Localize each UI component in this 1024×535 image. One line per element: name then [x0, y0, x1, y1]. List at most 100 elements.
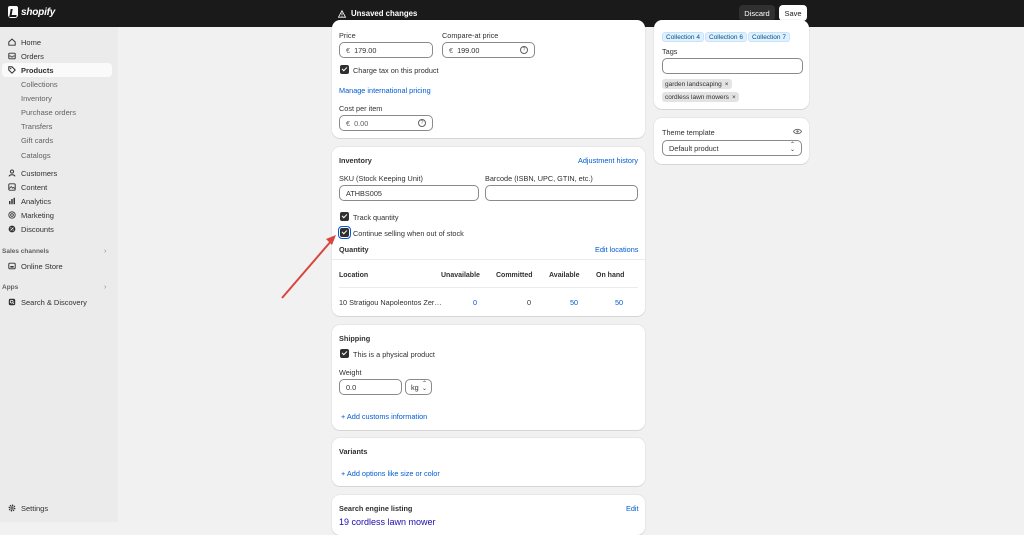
tag-label: garden landscaping: [665, 80, 722, 88]
sidebar-item-label: Online Store: [21, 261, 63, 271]
sidebar-item-customers[interactable]: Customers: [0, 166, 112, 180]
sidebar-item-label: Customers: [21, 168, 58, 178]
weight-input[interactable]: 0.0: [339, 379, 402, 395]
sidebar-item-label: Home: [21, 37, 42, 47]
app-icon: [8, 298, 16, 306]
sidebar-item-discounts[interactable]: Discounts: [0, 222, 112, 236]
inventory-title: Inventory: [339, 156, 372, 165]
discard-button[interactable]: Discard: [739, 5, 775, 21]
theme-template-label: Theme template: [662, 128, 715, 137]
on-hand-cell[interactable]: 50: [615, 298, 623, 307]
column-header-unavailable: Unavailable: [441, 272, 480, 279]
sidebar-item-analytics[interactable]: Analytics: [0, 194, 112, 208]
tag-pill: garden landscaping ×: [662, 79, 732, 89]
committed-cell: 0: [527, 298, 532, 307]
seo-preview-title: 19 cordless lawn mower: [339, 517, 436, 527]
chevron-right-icon[interactable]: ›: [104, 248, 106, 255]
theme-template-select[interactable]: Default product ⌃ ⌄: [662, 140, 802, 156]
sku-input[interactable]: ATHBS005: [339, 185, 479, 201]
shopify-bag-icon: [8, 6, 18, 18]
sidebar-item-online-store[interactable]: Online Store: [0, 259, 112, 273]
sidebar: Home Orders Products Collections Invento…: [0, 27, 118, 522]
sidebar-item-label: Transfers: [21, 121, 53, 131]
unsaved-changes-label: Unsaved changes: [351, 9, 418, 18]
unsaved-changes-indicator: Unsaved changes: [338, 9, 417, 18]
column-header-on-hand: On hand: [596, 272, 625, 279]
add-options-label: Add options like size or color: [346, 469, 440, 478]
sidebar-item-gift-cards[interactable]: Gift cards: [0, 133, 112, 147]
divider: [339, 287, 638, 288]
cost-per-item-input[interactable]: € 0.00 ?: [339, 115, 433, 131]
sku-label: SKU (Stock Keeping Unit): [339, 174, 423, 183]
chart-icon: [9, 197, 15, 205]
unavailable-cell[interactable]: 0: [473, 298, 477, 307]
shipping-card: Shipping This is a physical product Weig…: [332, 325, 645, 430]
theme-template-card: Theme template Default product ⌃ ⌄: [654, 118, 809, 164]
sidebar-item-content[interactable]: Content: [0, 180, 112, 194]
sidebar-item-label: Marketing: [21, 210, 54, 220]
compare-at-price-value: 199.00: [457, 45, 480, 55]
chevron-right-icon[interactable]: ›: [104, 284, 106, 291]
home-icon: [8, 38, 16, 46]
adjustment-history-link[interactable]: Adjustment history: [578, 156, 638, 165]
charge-tax-checkbox[interactable]: [340, 65, 349, 74]
store-icon: [8, 262, 16, 270]
weight-unit-select[interactable]: kg ⌃ ⌄: [405, 379, 432, 395]
sidebar-item-collections[interactable]: Collections: [0, 77, 112, 91]
cost-per-item-label: Cost per item: [339, 104, 383, 113]
sidebar-item-label: Catalogs: [21, 150, 51, 160]
sidebar-item-home[interactable]: Home: [0, 35, 112, 49]
warning-icon: [338, 9, 346, 18]
variants-title: Variants: [339, 447, 368, 456]
price-label: Price: [339, 31, 356, 40]
manage-international-pricing-link[interactable]: Manage international pricing: [339, 86, 431, 95]
add-options-button[interactable]: + Add options like size or color: [341, 469, 440, 478]
sidebar-item-search-discovery[interactable]: Search & Discovery: [0, 295, 112, 309]
target-icon: [8, 211, 16, 219]
sidebar-item-label: Products: [21, 65, 54, 75]
barcode-input[interactable]: [485, 185, 638, 201]
sidebar-item-orders[interactable]: Orders: [0, 49, 112, 63]
sidebar-item-label: Collections: [21, 79, 58, 89]
track-quantity-checkbox[interactable]: [340, 212, 349, 221]
select-arrows-icon: ⌃ ⌄: [421, 381, 427, 392]
currency-prefix: €: [346, 45, 351, 55]
edit-locations-link[interactable]: Edit locations: [595, 245, 638, 254]
tags-input[interactable]: [662, 58, 803, 74]
help-icon[interactable]: ?: [520, 46, 528, 54]
sidebar-item-label: Discounts: [21, 224, 54, 234]
apps-heading[interactable]: Apps: [2, 284, 18, 291]
collection-pill[interactable]: Collection 6: [705, 32, 747, 42]
shopify-logo[interactable]: shopify: [8, 6, 55, 18]
seo-edit-link[interactable]: Edit: [626, 504, 639, 513]
tags-label: Tags: [662, 47, 678, 56]
price-value: 179.00: [354, 45, 377, 55]
eye-icon[interactable]: [793, 128, 802, 135]
continue-selling-checkbox[interactable]: [338, 226, 351, 239]
remove-tag-icon[interactable]: ×: [725, 81, 729, 88]
tag-pill: cordless lawn mowers ×: [662, 92, 739, 102]
physical-product-checkbox[interactable]: [340, 349, 349, 358]
sidebar-item-purchase-orders[interactable]: Purchase orders: [0, 105, 112, 119]
price-input[interactable]: € 179.00: [339, 42, 433, 58]
sidebar-item-products[interactable]: Products: [2, 63, 112, 77]
collection-pill[interactable]: Collection 4: [662, 32, 704, 42]
help-icon[interactable]: ?: [418, 119, 426, 127]
sidebar-item-transfers[interactable]: Transfers: [0, 119, 112, 133]
column-header-location: Location: [339, 272, 369, 279]
weight-value: 0.0: [346, 382, 357, 392]
sidebar-item-settings[interactable]: Settings: [0, 501, 112, 515]
divider: [332, 259, 645, 260]
compare-at-price-input[interactable]: € 199.00 ?: [442, 42, 535, 58]
add-customs-information-button[interactable]: + Add customs information: [341, 412, 427, 421]
sidebar-item-marketing[interactable]: Marketing: [0, 208, 112, 222]
sales-channels-heading[interactable]: Sales channels: [2, 248, 49, 255]
sidebar-item-inventory[interactable]: Inventory: [0, 91, 112, 105]
sidebar-item-catalogs[interactable]: Catalogs: [0, 148, 112, 162]
save-button[interactable]: Save: [779, 5, 807, 21]
remove-tag-icon[interactable]: ×: [732, 94, 736, 101]
column-header-committed: Committed: [496, 272, 533, 279]
available-cell[interactable]: 50: [570, 298, 578, 307]
collection-pill[interactable]: Collection 7: [748, 32, 790, 42]
currency-prefix: €: [346, 118, 351, 128]
